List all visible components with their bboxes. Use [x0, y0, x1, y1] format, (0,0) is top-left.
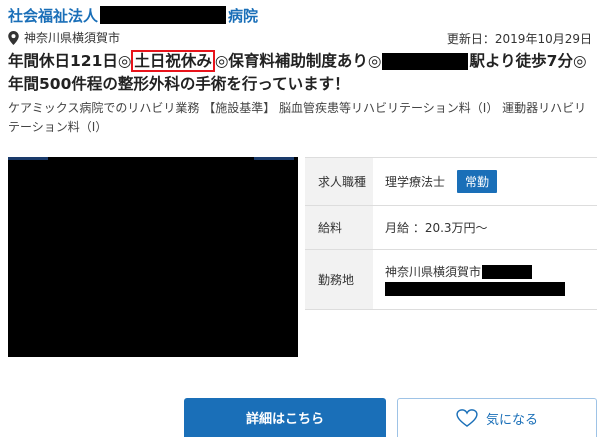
photo-edge-left — [8, 157, 48, 160]
redacted-facility-name — [100, 6, 227, 24]
highlight-weekends-off: 土日祝休み — [131, 50, 215, 72]
info-row-job-type: 求人職種 理学療法士 常勤 — [305, 158, 597, 206]
facility-prefix: 社会福祉法人 — [8, 6, 99, 25]
info-row-location: 勤務地 神奈川県横須賀市 — [305, 250, 597, 310]
location-text: 神奈川県横須賀市 — [24, 31, 121, 45]
favorite-label: 気になる — [485, 412, 538, 428]
job-type-value: 理学療法士 — [385, 175, 446, 189]
redacted-address-1 — [482, 264, 533, 279]
work-location-cell: 神奈川県横須賀市 — [373, 250, 597, 309]
job-headline: 年間休日121日◎ 土日祝休み ◎保育料補助制度あり◎ 駅より徒歩7分◎年間500件程… — [8, 50, 594, 96]
job-info-table: 求人職種 理学療法士 常勤 給料 月給 ：20.3万円～ 勤務地 神奈川県横須賀… — [305, 157, 597, 310]
redacted-station — [382, 53, 469, 70]
job-description: ケアミックス病院でのリハビリ業務 【施設基準】 脳血管疾患等リハビリテーション料… — [8, 101, 587, 134]
location-row: 神奈川県横須賀市 — [8, 29, 120, 46]
employment-type-badge: 常勤 — [457, 170, 498, 193]
favorite-button[interactable]: 気になる — [397, 398, 597, 437]
headline-part2: ◎保育料補助制度あり◎ — [214, 52, 382, 70]
detail-button[interactable]: 詳細はこちら — [184, 398, 386, 437]
work-location-value: 神奈川県横須賀市 — [385, 265, 482, 279]
salary-label: 給料 — [305, 206, 373, 249]
facility-suffix: 病院 — [228, 6, 259, 25]
facility-title: 社会福祉法人 病院 — [8, 4, 258, 26]
map-pin-icon — [8, 30, 19, 45]
job-type-value-cell: 理学療法士 常勤 — [373, 158, 597, 205]
photo-edge-right — [254, 157, 294, 160]
headline-part1: 年間休日121日◎ — [8, 52, 132, 70]
salary-value: 月給 ：20.3万円～ — [385, 221, 488, 235]
updated-date: 更新日：2019年10月29日 — [446, 32, 592, 46]
facility-name-link[interactable]: 社会福祉法人 病院 — [8, 5, 258, 26]
job-type-label: 求人職種 — [305, 158, 373, 205]
work-location-label: 勤務地 — [305, 250, 373, 309]
heart-icon — [456, 409, 478, 427]
facility-photo-redacted — [8, 157, 298, 357]
info-row-salary: 給料 月給 ：20.3万円～ — [305, 206, 597, 250]
redacted-address-2 — [385, 282, 565, 296]
